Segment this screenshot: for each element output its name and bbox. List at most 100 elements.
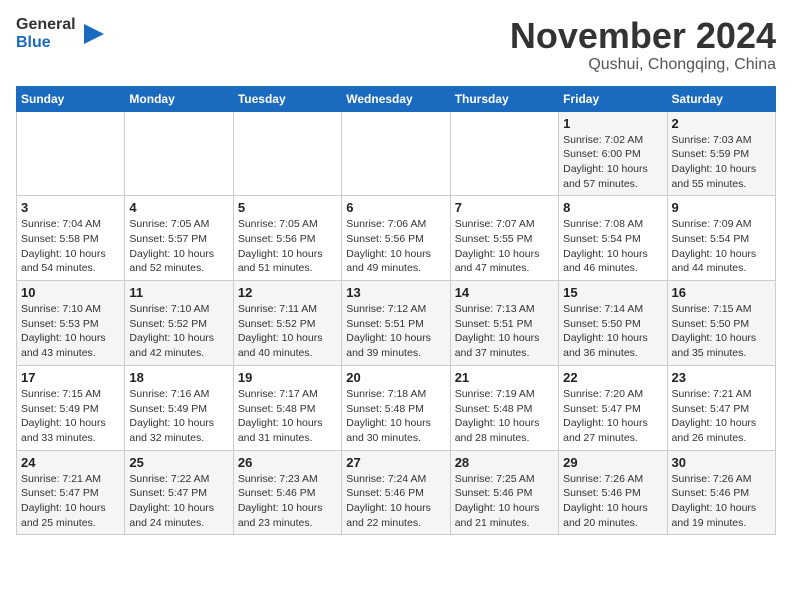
calendar-cell: 21Sunrise: 7:19 AMSunset: 5:48 PMDayligh… xyxy=(450,365,558,450)
day-number: 4 xyxy=(129,200,228,215)
weekday-header-saturday: Saturday xyxy=(667,86,775,111)
logo: General Blue xyxy=(16,16,108,51)
day-number: 24 xyxy=(21,455,120,470)
calendar-cell: 30 Sunrise: 7:26 AMSunset: 5:46 PMDayligh… xyxy=(667,450,775,535)
calendar-cell: 23 Sunrise: 7:21 AMSunset: 5:47 PMDayligh… xyxy=(667,365,775,450)
calendar-cell: 24 Sunrise: 7:21 AMSunset: 5:47 PMDayligh… xyxy=(17,450,125,535)
day-info: Sunrise: 7:10 AMSunset: 5:52 PMDaylight:… xyxy=(129,302,228,361)
day-number: 2 xyxy=(672,116,771,131)
day-info: Sunrise: 7:07 AMSunset: 5:55 PMDaylight:… xyxy=(455,217,554,276)
day-number: 27 xyxy=(346,455,445,470)
day-number: 23 xyxy=(672,370,771,385)
title-block: November 2024 Qushui, Chongqing, China xyxy=(510,16,776,74)
day-info: Sunrise: 7:26 AMSunset: 5:46 PMDaylight:… xyxy=(672,472,771,531)
calendar-cell: 22Sunrise: 7:20 AMSunset: 5:47 PMDayligh… xyxy=(559,365,667,450)
day-number: 8 xyxy=(563,200,662,215)
calendar-cell: 16 Sunrise: 7:15 AMSunset: 5:50 PMDayligh… xyxy=(667,281,775,366)
day-number: 16 xyxy=(672,285,771,300)
day-info: Sunrise: 7:11 AMSunset: 5:52 PMDaylight:… xyxy=(238,302,337,361)
day-info: Sunrise: 7:05 AMSunset: 5:56 PMDaylight:… xyxy=(238,217,337,276)
day-info: Sunrise: 7:21 AMSunset: 5:47 PMDaylight:… xyxy=(672,387,771,446)
day-info: Sunrise: 7:15 AMSunset: 5:50 PMDaylight:… xyxy=(672,302,771,361)
calendar-cell: 11 Sunrise: 7:10 AMSunset: 5:52 PMDayligh… xyxy=(125,281,233,366)
logo-wordmark: General Blue xyxy=(16,16,76,51)
calendar-cell: 8 Sunrise: 7:08 AMSunset: 5:54 PMDaylight… xyxy=(559,196,667,281)
page-header: General Blue November 2024 Qushui, Chong… xyxy=(16,16,776,74)
calendar-cell xyxy=(125,111,233,196)
calendar-cell: 26Sunrise: 7:23 AMSunset: 5:46 PMDayligh… xyxy=(233,450,341,535)
logo-triangle-icon xyxy=(80,20,108,48)
day-number: 13 xyxy=(346,285,445,300)
day-info: Sunrise: 7:14 AMSunset: 5:50 PMDaylight:… xyxy=(563,302,662,361)
day-number: 7 xyxy=(455,200,554,215)
day-info: Sunrise: 7:22 AMSunset: 5:47 PMDaylight:… xyxy=(129,472,228,531)
calendar-cell: 19 Sunrise: 7:17 AMSunset: 5:48 PMDayligh… xyxy=(233,365,341,450)
calendar-cell: 10 Sunrise: 7:10 AMSunset: 5:53 PMDayligh… xyxy=(17,281,125,366)
calendar-cell: 25 Sunrise: 7:22 AMSunset: 5:47 PMDayligh… xyxy=(125,450,233,535)
calendar-cell xyxy=(342,111,450,196)
calendar-table: SundayMondayTuesdayWednesdayThursdayFrid… xyxy=(16,86,776,536)
weekday-header-tuesday: Tuesday xyxy=(233,86,341,111)
calendar-cell: 4 Sunrise: 7:05 AMSunset: 5:57 PMDaylight… xyxy=(125,196,233,281)
calendar-cell: 29 Sunrise: 7:26 AMSunset: 5:46 PMDayligh… xyxy=(559,450,667,535)
calendar-cell: 3 Sunrise: 7:04 AMSunset: 5:58 PMDaylight… xyxy=(17,196,125,281)
weekday-header-monday: Monday xyxy=(125,86,233,111)
day-number: 18 xyxy=(129,370,228,385)
day-info: Sunrise: 7:23 AMSunset: 5:46 PMDaylight:… xyxy=(238,472,337,531)
day-info: Sunrise: 7:10 AMSunset: 5:53 PMDaylight:… xyxy=(21,302,120,361)
calendar-cell: 14 Sunrise: 7:13 AMSunset: 5:51 PMDayligh… xyxy=(450,281,558,366)
day-info: Sunrise: 7:12 AMSunset: 5:51 PMDaylight:… xyxy=(346,302,445,361)
location-subtitle: Qushui, Chongqing, China xyxy=(510,56,776,74)
calendar-cell xyxy=(233,111,341,196)
day-number: 5 xyxy=(238,200,337,215)
day-number: 15 xyxy=(563,285,662,300)
day-number: 11 xyxy=(129,285,228,300)
day-number: 14 xyxy=(455,285,554,300)
day-number: 19 xyxy=(238,370,337,385)
month-title: November 2024 xyxy=(510,16,776,56)
day-info: Sunrise: 7:26 AMSunset: 5:46 PMDaylight:… xyxy=(563,472,662,531)
day-number: 20 xyxy=(346,370,445,385)
day-number: 3 xyxy=(21,200,120,215)
day-number: 12 xyxy=(238,285,337,300)
day-number: 28 xyxy=(455,455,554,470)
day-info: Sunrise: 7:03 AMSunset: 5:59 PMDaylight:… xyxy=(672,133,771,192)
weekday-header-thursday: Thursday xyxy=(450,86,558,111)
day-info: Sunrise: 7:04 AMSunset: 5:58 PMDaylight:… xyxy=(21,217,120,276)
calendar-cell: 13 Sunrise: 7:12 AMSunset: 5:51 PMDayligh… xyxy=(342,281,450,366)
day-number: 1 xyxy=(563,116,662,131)
calendar-cell: 6Sunrise: 7:06 AMSunset: 5:56 PMDaylight… xyxy=(342,196,450,281)
calendar-cell: 28 Sunrise: 7:25 AMSunset: 5:46 PMDayligh… xyxy=(450,450,558,535)
day-info: Sunrise: 7:24 AMSunset: 5:46 PMDaylight:… xyxy=(346,472,445,531)
day-number: 25 xyxy=(129,455,228,470)
day-number: 10 xyxy=(21,285,120,300)
day-info: Sunrise: 7:17 AMSunset: 5:48 PMDaylight:… xyxy=(238,387,337,446)
day-info: Sunrise: 7:18 AMSunset: 5:48 PMDaylight:… xyxy=(346,387,445,446)
day-info: Sunrise: 7:21 AMSunset: 5:47 PMDaylight:… xyxy=(21,472,120,531)
day-info: Sunrise: 7:08 AMSunset: 5:54 PMDaylight:… xyxy=(563,217,662,276)
calendar-cell: 1Sunrise: 7:02 AMSunset: 6:00 PMDaylight… xyxy=(559,111,667,196)
day-info: Sunrise: 7:09 AMSunset: 5:54 PMDaylight:… xyxy=(672,217,771,276)
day-number: 17 xyxy=(21,370,120,385)
calendar-cell: 12 Sunrise: 7:11 AMSunset: 5:52 PMDayligh… xyxy=(233,281,341,366)
day-info: Sunrise: 7:06 AMSunset: 5:56 PMDaylight:… xyxy=(346,217,445,276)
calendar-cell xyxy=(17,111,125,196)
day-info: Sunrise: 7:13 AMSunset: 5:51 PMDaylight:… xyxy=(455,302,554,361)
calendar-cell: 18Sunrise: 7:16 AMSunset: 5:49 PMDayligh… xyxy=(125,365,233,450)
day-number: 29 xyxy=(563,455,662,470)
weekday-header-friday: Friday xyxy=(559,86,667,111)
calendar-cell: 27 Sunrise: 7:24 AMSunset: 5:46 PMDayligh… xyxy=(342,450,450,535)
calendar-cell: 5 Sunrise: 7:05 AMSunset: 5:56 PMDaylight… xyxy=(233,196,341,281)
day-info: Sunrise: 7:05 AMSunset: 5:57 PMDaylight:… xyxy=(129,217,228,276)
day-info: Sunrise: 7:25 AMSunset: 5:46 PMDaylight:… xyxy=(455,472,554,531)
day-info: Sunrise: 7:15 AMSunset: 5:49 PMDaylight:… xyxy=(21,387,120,446)
day-number: 30 xyxy=(672,455,771,470)
day-number: 9 xyxy=(672,200,771,215)
calendar-cell: 9 Sunrise: 7:09 AMSunset: 5:54 PMDaylight… xyxy=(667,196,775,281)
calendar-cell: 17 Sunrise: 7:15 AMSunset: 5:49 PMDayligh… xyxy=(17,365,125,450)
weekday-header-sunday: Sunday xyxy=(17,86,125,111)
calendar-cell: 7 Sunrise: 7:07 AMSunset: 5:55 PMDaylight… xyxy=(450,196,558,281)
weekday-header-wednesday: Wednesday xyxy=(342,86,450,111)
day-number: 21 xyxy=(455,370,554,385)
day-number: 22 xyxy=(563,370,662,385)
